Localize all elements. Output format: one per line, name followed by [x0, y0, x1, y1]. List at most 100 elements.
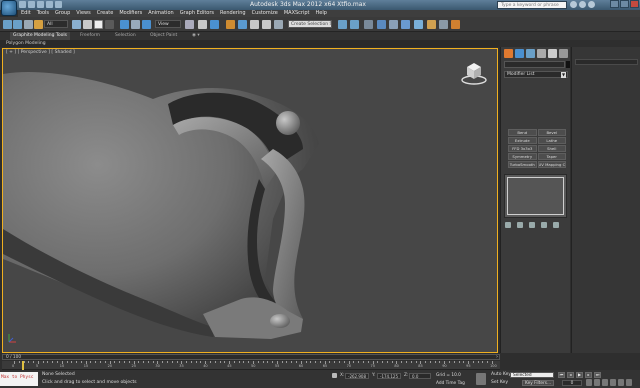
move-icon[interactable]	[120, 20, 129, 29]
edit-named-selection-icon[interactable]	[274, 20, 283, 29]
set-key-button[interactable]: Set Key	[491, 380, 508, 385]
pivot-center-icon[interactable]	[185, 20, 194, 29]
binoculars-icon[interactable]	[570, 1, 577, 8]
search-input[interactable]: Type a keyword or phrase	[497, 1, 567, 9]
curve-editor-icon[interactable]	[389, 20, 398, 29]
named-selection-set-dropdown[interactable]: Create Selection Se	[288, 20, 332, 28]
modifier-symmetry-button[interactable]: Symmetry	[508, 153, 537, 160]
material-editor-icon[interactable]	[414, 20, 423, 29]
select-manipulate-icon[interactable]	[198, 20, 207, 29]
menu-rendering[interactable]: Rendering	[220, 10, 246, 17]
bind-space-warp-icon[interactable]	[34, 20, 43, 29]
menu-group[interactable]: Group	[55, 10, 70, 17]
tab-freeform[interactable]: Freeform	[80, 32, 100, 40]
pin-stack-icon[interactable]	[505, 222, 511, 228]
undo-icon[interactable]	[3, 20, 12, 29]
select-by-name-icon[interactable]	[83, 20, 92, 29]
snaps-toggle-icon[interactable]	[226, 20, 235, 29]
menu-graph-editors[interactable]: Graph Editors	[180, 10, 214, 17]
tab-selection[interactable]: Selection	[115, 32, 136, 40]
viewport-label[interactable]: [ + ] [ Perspective ] [ Shaded ]	[6, 50, 75, 55]
menu-modifiers[interactable]: Modifiers	[119, 10, 142, 17]
scale-icon[interactable]	[142, 20, 151, 29]
star-icon[interactable]	[579, 1, 586, 8]
motion-tab-icon[interactable]	[537, 49, 546, 58]
percent-snap-icon[interactable]	[250, 20, 259, 29]
rotate-icon[interactable]	[131, 20, 140, 29]
configure-sets-icon[interactable]	[553, 222, 559, 228]
selection-lock-icon[interactable]	[332, 373, 337, 378]
field-of-view-icon[interactable]	[610, 379, 616, 386]
selection-filter-dropdown[interactable]: All	[44, 20, 68, 28]
key-filters-button[interactable]: Key Filters...	[522, 380, 554, 386]
auto-key-button[interactable]: Auto Key	[491, 372, 511, 377]
close-button[interactable]	[630, 0, 639, 8]
y-coordinate-field[interactable]: -174.125	[377, 373, 401, 379]
modify-tab-icon[interactable]	[515, 49, 524, 58]
hierarchy-tab-icon[interactable]	[526, 49, 535, 58]
help-icon[interactable]	[588, 1, 595, 8]
modifier-turbosmooth-button[interactable]: TurboSmooth	[508, 161, 537, 168]
track-bar[interactable]: 0 5 10 15 20 25 30 35 40 45 50 55 60 65 70 75 80 85 90 95 10…	[2, 361, 500, 370]
maximize-button[interactable]	[620, 0, 629, 8]
select-object-icon[interactable]	[72, 20, 81, 29]
rendered-frame-window-icon[interactable]	[439, 20, 448, 29]
modifier-stack-list[interactable]	[507, 177, 564, 215]
modifier-bend-button[interactable]: Bend	[508, 129, 537, 136]
redo-icon[interactable]	[55, 1, 62, 8]
menu-help[interactable]: Help	[316, 10, 327, 17]
open-file-icon[interactable]	[28, 1, 35, 8]
object-color-swatch[interactable]	[566, 61, 570, 68]
display-tab-icon[interactable]	[548, 49, 557, 58]
create-tab-icon[interactable]	[504, 49, 513, 58]
menu-maxscript[interactable]: MAXScript	[284, 10, 310, 17]
ribbon-options-icon[interactable]: ◉ ▾	[192, 32, 200, 40]
modifier-ffd-button[interactable]: FFD 3x3x3	[508, 145, 537, 152]
time-slider-next-icon[interactable]: ›	[496, 355, 498, 360]
schematic-view-icon[interactable]	[401, 20, 410, 29]
maxscript-listener[interactable]: Max to Physc	[0, 372, 38, 386]
menu-create[interactable]: Create	[97, 10, 114, 17]
panel-polygon-modeling[interactable]: Polygon Modeling	[6, 40, 46, 47]
make-unique-icon[interactable]	[529, 222, 535, 228]
minimize-button[interactable]	[610, 0, 619, 8]
time-slider[interactable]: 0 / 100 ›	[2, 354, 500, 360]
tab-object-paint[interactable]: Object Paint	[150, 32, 177, 40]
link-icon[interactable]	[24, 20, 33, 29]
zoom-all-icon[interactable]	[594, 379, 600, 386]
tab-graphite-modeling-tools[interactable]: Graphite Modeling Tools	[10, 32, 71, 40]
mirror-icon[interactable]	[338, 20, 347, 29]
modifier-bevel-button[interactable]: Bevel	[537, 129, 566, 136]
menu-customize[interactable]: Customize	[252, 10, 278, 17]
save-file-icon[interactable]	[37, 1, 44, 8]
spinner-snap-icon[interactable]	[262, 20, 271, 29]
render-production-icon[interactable]	[451, 20, 460, 29]
undo-icon[interactable]	[46, 1, 53, 8]
angle-snap-icon[interactable]	[238, 20, 247, 29]
rectangular-selection-icon[interactable]	[94, 20, 103, 29]
add-time-tag-button[interactable]: Add Time Tag	[436, 381, 465, 386]
keyboard-shortcut-icon[interactable]	[210, 20, 219, 29]
menu-edit[interactable]: Edit	[21, 10, 31, 17]
play-icon[interactable]: ▶	[576, 372, 583, 378]
next-frame-icon[interactable]: ▸	[585, 372, 592, 378]
modifier-extrude-button[interactable]: Extrude	[508, 137, 537, 144]
render-setup-icon[interactable]	[427, 20, 436, 29]
show-end-result-icon[interactable]	[517, 222, 523, 228]
object-name-field[interactable]	[504, 61, 565, 68]
app-logo-icon[interactable]	[1, 0, 17, 16]
extension-field[interactable]	[575, 59, 638, 65]
reference-coordinate-dropdown[interactable]: View	[155, 20, 181, 28]
perspective-viewport[interactable]: [ + ] [ Perspective ] [ Shaded ]	[2, 48, 498, 353]
modifier-shell-button[interactable]: Shell	[537, 145, 566, 152]
window-crossing-icon[interactable]	[105, 20, 114, 29]
zoom-extents-icon[interactable]	[602, 379, 608, 386]
utilities-tab-icon[interactable]	[559, 49, 568, 58]
key-mode-dropdown[interactable]: Selected	[510, 372, 554, 378]
go-to-start-icon[interactable]: ⏮	[558, 372, 565, 378]
set-key-icon[interactable]	[476, 373, 486, 385]
pan-icon[interactable]	[618, 379, 624, 386]
modifier-list-dropdown[interactable]: Modifier List	[504, 71, 568, 78]
go-to-end-icon[interactable]: ⏭	[594, 372, 601, 378]
menu-animation[interactable]: Animation	[148, 10, 174, 17]
